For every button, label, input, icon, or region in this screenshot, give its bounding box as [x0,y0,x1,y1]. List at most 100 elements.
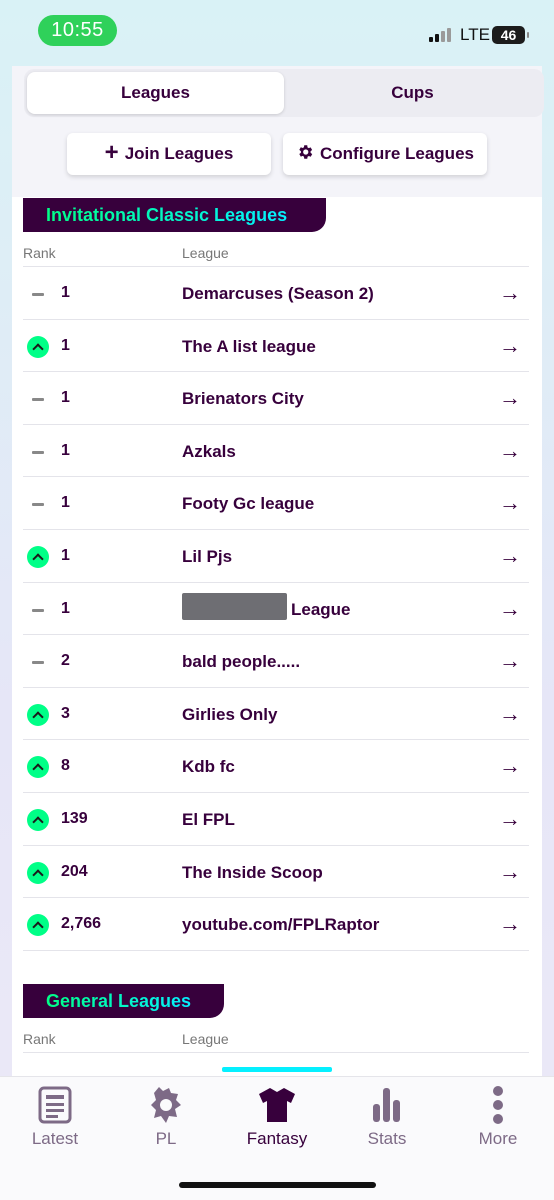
signal-icon [429,28,451,42]
arrow-right-icon[interactable]: → [499,911,521,937]
league-row[interactable]: 2,766 youtube.com/FPLRaptor → [23,898,529,951]
tab-fantasy[interactable]: Fantasy [222,1081,332,1149]
league-name: bald people..... [182,652,301,672]
arrow-right-icon[interactable]: → [499,385,521,411]
active-tab-indicator [222,1067,332,1072]
arrow-right-icon[interactable]: → [499,490,521,516]
join-leagues-button[interactable]: + Join Leagues [67,133,271,175]
leagues-card: Leagues Cups + Join Leagues Configure Le… [12,66,544,1076]
league-name: Footy Gc league [182,494,315,514]
league-rank: 1 [61,284,70,301]
tab-label: Fantasy [246,1129,308,1148]
rank-up-icon [27,808,49,831]
general-leagues-header: General Leagues [23,984,224,1018]
league-name: The Inside Scoop [182,862,323,882]
rank-up-icon [27,861,49,884]
league-row[interactable]: 8 Kdb fc → [23,740,529,793]
arrow-right-icon[interactable]: → [499,543,521,569]
invitational-leagues-header: Invitational Classic Leagues [23,198,326,232]
invitational-leagues-list: 1 Demarcuses (Season 2) → 1 The A list leagu… [23,267,529,951]
arrow-right-icon[interactable]: → [499,648,521,674]
invitational-column-headers: Rank League [23,234,529,267]
news-icon [0,1081,110,1129]
arrow-right-icon[interactable]: → [499,280,521,306]
arrow-right-icon[interactable]: → [499,753,521,779]
league-rank: 1 [61,599,70,617]
arrow-right-icon[interactable]: → [499,806,521,832]
arrow-right-icon[interactable]: → [499,596,521,622]
rank-up-icon [27,545,49,568]
league-name: Brienators City [182,389,304,409]
league-rank: 2,766 [61,915,102,933]
rank-up-icon [27,914,49,937]
plus-icon: + [104,139,119,166]
configure-leagues-button[interactable]: Configure Leagues [283,133,487,175]
lion-icon [111,1081,221,1129]
leagues-cups-switch: Leagues Cups [24,69,544,117]
network-type: LTE [460,25,490,44]
redacted-block [182,592,287,620]
configure-leagues-label: Configure Leagues [320,144,474,163]
league-row[interactable]: 1 Brienators City → [23,372,529,425]
league-name: Girlies Only [182,704,278,724]
arrow-right-icon[interactable]: → [499,859,521,885]
arrow-right-icon[interactable]: → [499,333,521,359]
general-column-headers: Rank League [23,1020,529,1053]
league-row[interactable]: 1 Footy Gc league → [23,477,529,530]
tab-label: Stats [367,1129,407,1148]
status-bar: 10:55 LTE 46 [0,0,554,66]
gear-icon [296,143,314,166]
league-rank: 139 [61,809,88,827]
rank-same-icon [27,441,49,463]
league-name-text: League [291,599,351,619]
rank-same-icon [27,651,49,673]
arrow-right-icon[interactable]: → [499,701,521,727]
league-rank: 204 [61,862,88,880]
rank-up-icon [27,756,49,779]
league-rank: 1 [61,389,70,407]
tab-label: Latest [31,1129,79,1148]
join-leagues-label: Join Leagues [124,144,234,163]
league-name: youtube.com/FPLRaptor [182,915,380,935]
bar-chart-icon [332,1081,442,1129]
league-name: Demarcuses (Season 2) [182,284,374,303]
league-name: Azkals [182,441,236,461]
league-name: Lil Pjs [182,546,233,566]
tab-label: More [478,1129,518,1148]
tab-label: PL [155,1129,177,1148]
rank-column-header: Rank [23,245,56,261]
rank-same-icon [27,493,49,515]
tab-cups[interactable]: Cups [284,72,541,114]
league-row[interactable]: 139 El FPL → [23,793,529,846]
league-rank: 1 [61,336,70,354]
league-rank: 2 [61,652,70,670]
leagues-top-area: Leagues Cups + Join Leagues Configure Le… [12,66,544,197]
tab-more[interactable]: More [443,1081,553,1149]
league-rank: 3 [61,704,70,722]
league-column-header: League [182,1031,229,1047]
status-time: 10:55 [38,15,117,46]
home-indicator [179,1182,376,1188]
tab-leagues[interactable]: Leagues [27,72,284,114]
arrow-right-icon[interactable]: → [499,438,521,464]
battery-icon: 46 [492,26,529,44]
rank-same-icon [27,388,49,410]
league-row[interactable]: 1 Demarcuses (Season 2) → [23,267,529,320]
league-row[interactable]: 204 The Inside Scoop → [23,846,529,899]
league-column-header: League [182,245,229,261]
tab-pl[interactable]: PL [111,1081,221,1149]
league-rank: 1 [61,441,70,459]
league-row[interactable]: 2 bald people..... → [23,635,529,688]
league-row[interactable]: 3 Girlies Only → [23,688,529,741]
rank-same-icon [27,599,49,621]
league-name: Kdb fc [182,757,235,777]
league-row[interactable]: 1 Lil Pjs → [23,530,529,583]
league-row[interactable]: 1 Azkals → [23,425,529,478]
tab-stats[interactable]: Stats [332,1081,442,1149]
rank-up-icon [27,335,49,358]
shirt-icon [222,1081,332,1129]
league-name: League [182,592,351,620]
tab-latest[interactable]: Latest [0,1081,110,1149]
league-row[interactable]: 1 League → [23,583,529,636]
league-row[interactable]: 1 The A list league → [23,320,529,373]
